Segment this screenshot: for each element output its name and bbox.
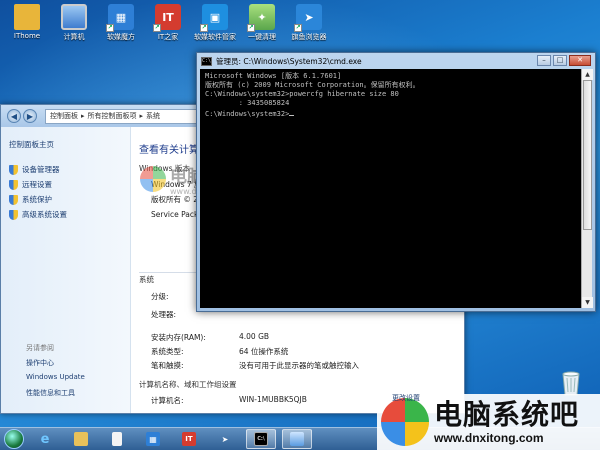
sidebar-item-device-manager[interactable]: 设备管理器 [9,162,122,177]
sidebar-item-system-protection[interactable]: 系统保护 [9,192,122,207]
cmd-console[interactable]: Microsoft Windows [版本 6.1.7601] 版权所有 (c) … [200,69,581,308]
sidebar-item-remote-settings[interactable]: 远程设置 [9,177,122,192]
computer-icon [61,4,87,30]
cmd-scrollbar[interactable]: ▲ ▼ [581,69,593,308]
computer-name-label: 计算机名: [151,396,184,405]
it-home-icon: IT [182,432,196,446]
desktop-icon-label: 计算机 [63,33,85,41]
taskbar-item-explorer[interactable] [66,429,96,449]
ram-label: 安装内存(RAM): [151,333,206,342]
taskbar-item-ie[interactable]: e [30,429,60,449]
cmd-icon: C:\ [254,432,268,446]
pen-touch-label: 笔和触摸: [151,361,184,370]
taskbar-item-ithome[interactable]: IT [174,429,204,449]
computer-name-value: WIN-1MUBBK5QJB [239,395,307,404]
scroll-thumb[interactable] [583,80,592,230]
scroll-up-icon[interactable]: ▲ [582,69,593,80]
breadcrumb-item[interactable]: 所有控制面板项 [88,111,137,121]
control-panel-icon [290,432,304,446]
watermark-url: www.dnxitong.com [434,431,544,445]
control-panel-sidebar: 控制面板主页 设备管理器 远程设置 系统保护 高级系统设置 另请参阅 操作中心 … [1,127,131,413]
file-explorer-icon [74,432,88,446]
desktop-icon-software-manager[interactable]: ▣ ↗ 软媒软件管家 [192,4,238,42]
performance-info-link[interactable]: 性能信息和工具 [26,388,75,398]
watermark-logo-icon [140,166,166,192]
taskbar-item-document[interactable] [102,429,132,449]
system-type-label: 系统类型: [151,347,184,356]
system-section-title: 系统 [139,275,154,284]
pen-touch-value: 没有可用于此显示器的笔或触控输入 [239,361,359,370]
watermark-name: 电脑系统吧 [434,398,580,431]
desktop-icon-label: 软媒软件管家 [194,33,236,41]
windows-update-link[interactable]: Windows Update [26,373,85,381]
action-center-link[interactable]: 操作中心 [26,358,54,368]
cmd-window[interactable]: C:\ 管理员: C:\Windows\System32\cmd.exe – □… [196,52,596,312]
cmd-title: 管理员: C:\Windows\System32\cmd.exe [216,56,362,66]
desktop-icon-label: 软媒魔方 [107,33,135,41]
sidebar-item-advanced-settings[interactable]: 高级系统设置 [9,207,122,222]
browser-icon: ➤ [221,434,229,444]
desktop-icon-cleanup[interactable]: ✦ ↗ 一键清理 [239,4,285,42]
control-panel-home-link[interactable]: 控制面板主页 [9,139,122,150]
taskbar-item-mofang[interactable]: ▦ [138,429,168,449]
processor-label: 处理器: [151,310,177,319]
minimize-button[interactable]: – [537,55,551,66]
cube-icon: ▦ ↗ [106,4,134,32]
desktop-icons: IThome 计算机 ▦ ↗ 软媒魔方 IT ↗ IT之家 ▣ ↗ 软媒软件管家 ✦ ↗… [4,4,333,42]
taskbar-item-control-panel[interactable] [282,429,312,449]
desktop-icon-computer[interactable]: 计算机 [51,4,97,42]
console-line: C:\Windows\system32>powercfg hibernate s… [205,90,399,98]
it-home-icon: IT ↗ [153,4,181,32]
console-line: 版权所有 (c) 2009 Microsoft Corporation。保留所有… [205,81,420,89]
see-also-heading: 另请参阅 [26,344,54,352]
software-manager-icon: ▣ ↗ [200,4,228,32]
console-line: Microsoft Windows [版本 6.1.7601] [205,72,342,80]
recycle-bin-icon[interactable] [556,368,586,396]
cursor-icon [289,108,295,116]
folder-icon [14,4,40,30]
system-type-value: 64 位操作系统 [239,347,289,356]
desktop-icon-ithome-site[interactable]: IT ↗ IT之家 [145,4,191,42]
maximize-button[interactable]: □ [553,55,567,66]
close-button[interactable]: ✕ [569,55,591,66]
start-button[interactable] [4,429,24,449]
console-line: C:\Windows\system32> [205,110,290,118]
desktop-icon-label: 一键清理 [248,33,276,41]
desktop-icon-browser[interactable]: ➤ ↗ 旗鱼浏览器 [286,4,332,42]
browser-icon: ➤ ↗ [294,4,322,32]
shield-icon [9,179,18,190]
desktop-icon-label: IThome [13,32,41,40]
broom-icon: ✦ ↗ [247,4,275,32]
change-settings-link[interactable]: 更改设置 [392,393,420,440]
cube-icon: ▦ [146,432,160,446]
desktop-icon-mofang[interactable]: ▦ ↗ 软媒魔方 [98,4,144,42]
internet-explorer-icon: e [40,431,50,447]
forward-icon[interactable]: ▶ [23,109,37,123]
document-icon [112,432,122,446]
console-line: : 3435085824 [205,99,290,107]
rating-label: 分级: [151,292,169,301]
back-icon[interactable]: ◀ [7,109,21,123]
shield-icon [9,194,18,205]
taskbar-item-cmd[interactable]: C:\ [246,429,276,449]
taskbar-item-browser[interactable]: ➤ [210,429,240,449]
scroll-down-icon[interactable]: ▼ [582,297,593,308]
ram-value: 4.00 GB [239,332,270,341]
desktop-icon-label: 旗鱼浏览器 [291,33,327,41]
breadcrumb-item[interactable]: 控制面板 [50,111,78,121]
window-controls: – □ ✕ [535,55,591,66]
desktop-icon-label: IT之家 [157,33,179,41]
name-section-title: 计算机名称、域和工作组设置 [139,380,237,389]
desktop-icon-ithome[interactable]: IThome [4,4,50,42]
cmd-icon: C:\ [201,56,212,66]
shield-icon [9,164,18,175]
breadcrumb-item[interactable]: 系统 [146,111,160,121]
shield-icon [9,209,18,220]
